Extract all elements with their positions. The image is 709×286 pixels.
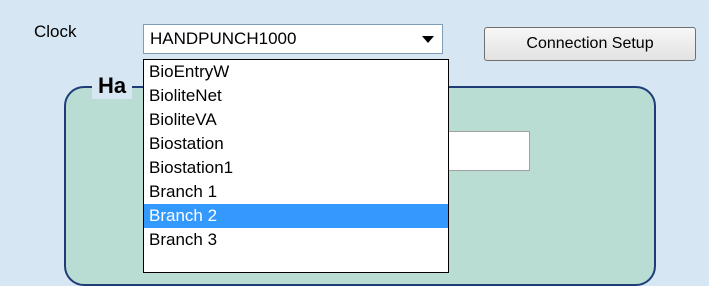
groupbox-title: Ha [92,73,133,99]
clock-label: Clock [34,22,77,41]
list-item[interactable]: BioliteNet [144,84,448,108]
clock-dropdown-list[interactable]: BioEntryW BioliteNet BioliteVA Biostatio… [143,59,449,273]
list-item[interactable]: Biostation [144,132,448,156]
connection-setup-button[interactable]: Connection Setup [484,27,696,61]
list-item[interactable]: BioliteVA [144,108,448,132]
groupbox-text-input[interactable] [440,131,530,171]
list-item[interactable]: Branch 1 [144,180,448,204]
chevron-down-icon[interactable] [422,36,434,43]
list-item[interactable]: Branch 3 [144,228,448,252]
clock-combo[interactable]: HANDPUNCH1000 [143,24,443,54]
clock-combo-value: HANDPUNCH1000 [150,29,297,48]
list-item-selected[interactable]: Branch 2 [144,204,448,228]
list-item[interactable]: Biostation1 [144,156,448,180]
list-item[interactable]: BioEntryW [144,60,448,84]
